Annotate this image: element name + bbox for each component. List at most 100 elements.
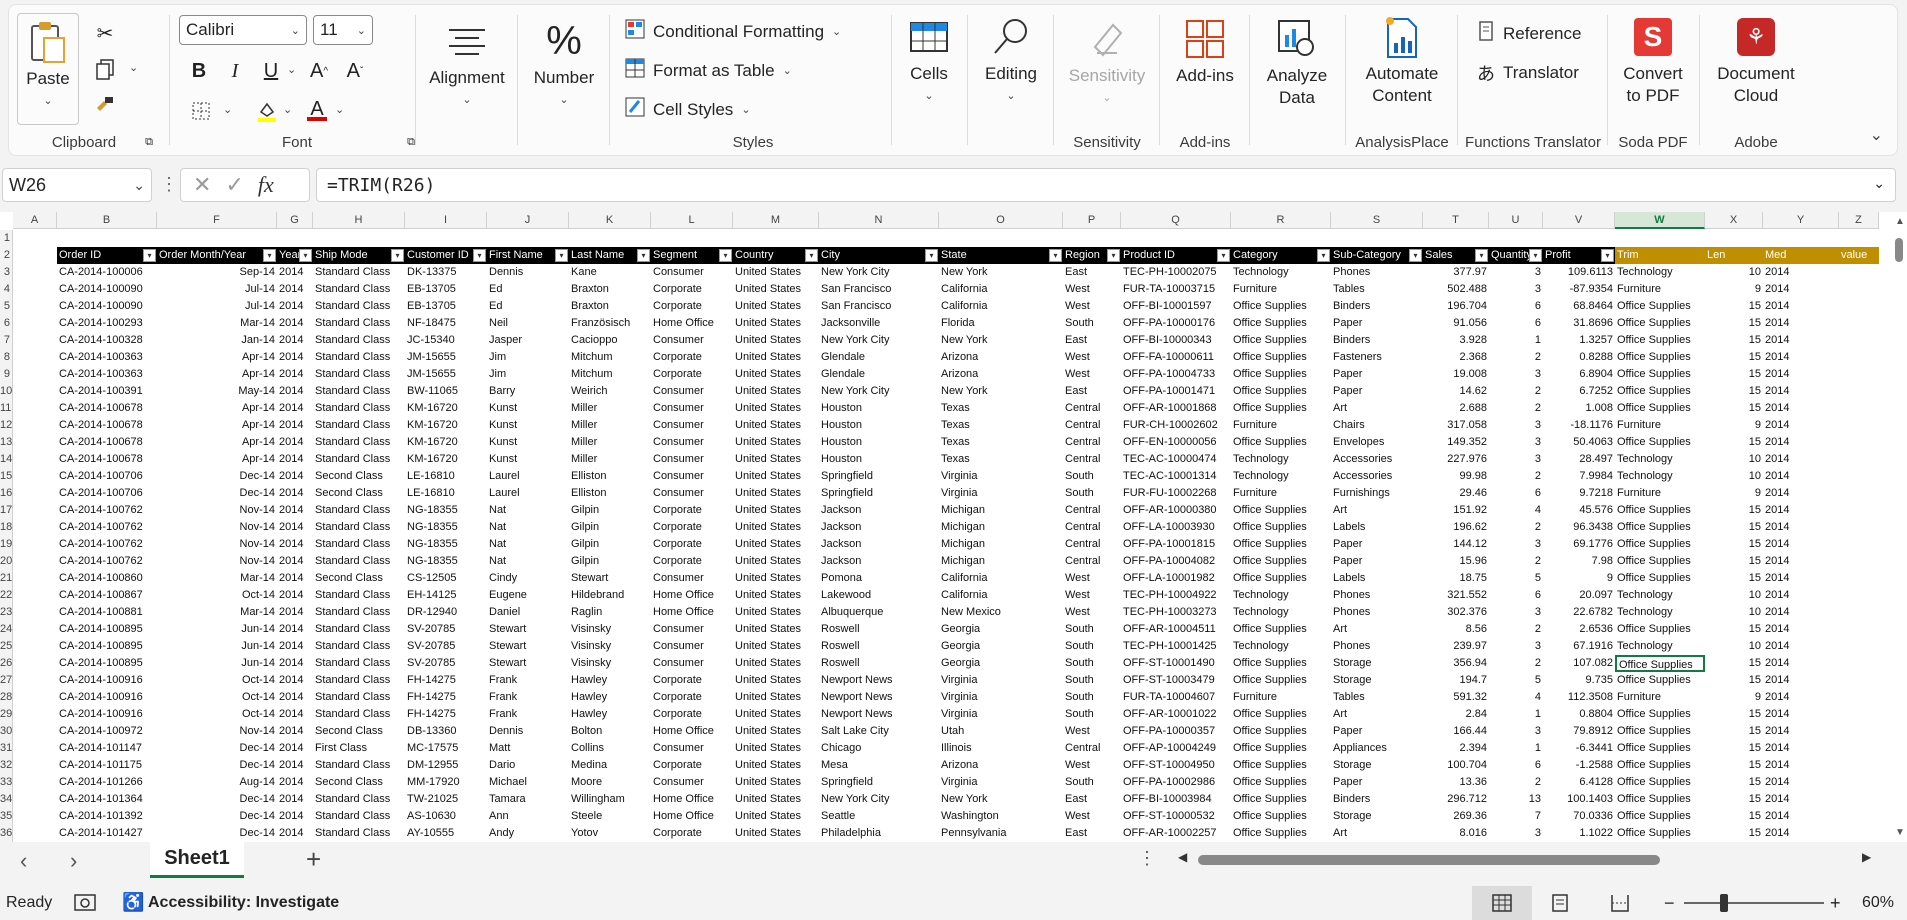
table-cell[interactable]: 2.394 [1423, 740, 1489, 757]
table-cell[interactable]: Moore [569, 774, 651, 791]
table-cell[interactable]: 79.8912 [1543, 723, 1615, 740]
table-cell[interactable]: OFF-PA-10001471 [1121, 383, 1231, 400]
table-cell[interactable]: New York City [819, 383, 939, 400]
table-cell[interactable]: Gilpin [569, 536, 651, 553]
table-cell[interactable]: Hildebrand [569, 587, 651, 604]
table-cell[interactable]: 2014 [277, 502, 313, 519]
table-cell[interactable]: Texas [939, 451, 1063, 468]
cells-button[interactable]: Cells ⌄ [895, 15, 963, 107]
table-cell[interactable]: CA-2014-100678 [57, 400, 157, 417]
table-cell[interactable]: 15 [1705, 298, 1763, 315]
table-cell[interactable]: OFF-AR-10000380 [1121, 502, 1231, 519]
table-cell[interactable]: Standard Class [313, 553, 405, 570]
row-header[interactable]: 36 [0, 825, 13, 842]
table-cell[interactable]: Furniture [1231, 485, 1331, 502]
table-cell[interactable]: 1 [1489, 740, 1543, 757]
table-cell[interactable]: CA-2014-101364 [57, 791, 157, 808]
table-cell[interactable]: Home Office [651, 315, 733, 332]
row-header[interactable]: 6 [0, 315, 13, 332]
table-cell[interactable]: 68.8464 [1543, 298, 1615, 315]
table-cell[interactable]: 15 [1705, 825, 1763, 842]
table-cell[interactable]: Virginia [939, 706, 1063, 723]
accessibility-icon[interactable]: ♿ [122, 892, 144, 913]
table-cell[interactable]: 317.058 [1423, 417, 1489, 434]
table-cell[interactable]: Standard Class [313, 332, 405, 349]
table-cell[interactable]: Illinois [939, 740, 1063, 757]
table-cell[interactable]: 2014 [277, 791, 313, 808]
table-cell[interactable]: Dec-14 [157, 485, 277, 502]
table-cell[interactable]: 2014 [1763, 366, 1839, 383]
column-header-j[interactable]: J [487, 212, 569, 229]
table-cell[interactable]: 2014 [1763, 587, 1839, 604]
table-cell[interactable]: CA-2014-100867 [57, 587, 157, 604]
table-header-cell[interactable]: First Name ▾ [487, 247, 569, 264]
table-cell[interactable]: Furniture [1615, 417, 1705, 434]
table-cell[interactable]: Georgia [939, 621, 1063, 638]
table-cell[interactable]: LE-16810 [405, 468, 487, 485]
table-cell[interactable]: Office Supplies [1231, 502, 1331, 519]
table-cell[interactable]: 9 [1705, 281, 1763, 298]
table-cell[interactable]: Phones [1331, 264, 1423, 281]
table-cell[interactable]: Technology [1615, 451, 1705, 468]
table-cell[interactable]: CA-2014-100678 [57, 417, 157, 434]
table-cell[interactable]: Office Supplies [1615, 502, 1705, 519]
table-cell[interactable]: DB-13360 [405, 723, 487, 740]
table-cell[interactable]: 15 [1705, 502, 1763, 519]
table-cell[interactable]: Paper [1331, 383, 1423, 400]
table-cell[interactable]: United States [733, 655, 819, 672]
table-cell[interactable]: Office Supplies [1615, 434, 1705, 451]
column-header-f[interactable]: F [157, 212, 277, 229]
table-cell[interactable]: Nat [487, 553, 569, 570]
table-cell[interactable]: 2014 [277, 468, 313, 485]
table-cell[interactable]: 29.46 [1423, 485, 1489, 502]
column-header-b[interactable]: B [57, 212, 157, 229]
row-header[interactable]: 21 [0, 570, 13, 587]
table-cell[interactable]: Seattle [819, 808, 939, 825]
table-cell[interactable]: United States [733, 468, 819, 485]
table-cell[interactable]: New Mexico [939, 604, 1063, 621]
table-cell[interactable]: 6 [1489, 587, 1543, 604]
table-cell[interactable]: Office Supplies [1615, 621, 1705, 638]
table-cell[interactable]: CA-2014-100762 [57, 536, 157, 553]
table-cell[interactable]: 2014 [1763, 638, 1839, 655]
decrease-font-icon[interactable]: Aˇ [341, 57, 369, 85]
table-cell[interactable]: Ed [487, 281, 569, 298]
table-cell[interactable]: 2014 [277, 383, 313, 400]
table-cell[interactable]: Mar-14 [157, 604, 277, 621]
table-cell[interactable]: Furnishings [1331, 485, 1423, 502]
table-cell[interactable]: OFF-LA-10003930 [1121, 519, 1231, 536]
row-header[interactable]: 34 [0, 791, 13, 808]
scroll-thumb[interactable] [1895, 238, 1903, 262]
column-header-r[interactable]: R [1231, 212, 1331, 229]
table-cell[interactable]: Jackson [819, 553, 939, 570]
table-cell[interactable]: Office Supplies [1231, 349, 1331, 366]
row-header[interactable]: 7 [0, 332, 13, 349]
table-cell[interactable]: Jun-14 [157, 638, 277, 655]
table-cell[interactable]: Willingham [569, 791, 651, 808]
table-cell[interactable]: Dario [487, 757, 569, 774]
table-cell[interactable]: 591.32 [1423, 689, 1489, 706]
table-cell[interactable]: 302.376 [1423, 604, 1489, 621]
table-cell[interactable]: Matt [487, 740, 569, 757]
table-cell[interactable]: 15 [1705, 400, 1763, 417]
table-cell[interactable]: 2014 [277, 621, 313, 638]
table-cell[interactable]: Paper [1331, 536, 1423, 553]
table-cell[interactable]: 5 [1489, 672, 1543, 689]
table-cell[interactable]: Aug-14 [157, 774, 277, 791]
table-cell[interactable]: 2014 [277, 604, 313, 621]
table-cell[interactable]: 15 [1705, 553, 1763, 570]
table-cell[interactable]: 1 [1489, 706, 1543, 723]
table-cell[interactable]: Technology [1231, 468, 1331, 485]
table-cell[interactable]: Office Supplies [1615, 366, 1705, 383]
chevron-down-icon[interactable]: ⌄ [43, 90, 52, 112]
table-header-cell[interactable]: Order Month/Year ▾ [157, 247, 277, 264]
table-cell[interactable]: 1.008 [1543, 400, 1615, 417]
table-cell[interactable]: 1.3257 [1543, 332, 1615, 349]
number-button[interactable]: % Number ⌄ [523, 19, 605, 111]
table-cell[interactable]: 45.576 [1543, 502, 1615, 519]
column-header-g[interactable]: G [277, 212, 313, 229]
table-cell[interactable]: CA-2014-100916 [57, 706, 157, 723]
copy-icon[interactable] [91, 55, 119, 83]
table-cell[interactable]: Arizona [939, 366, 1063, 383]
table-cell[interactable]: Oct-14 [157, 672, 277, 689]
